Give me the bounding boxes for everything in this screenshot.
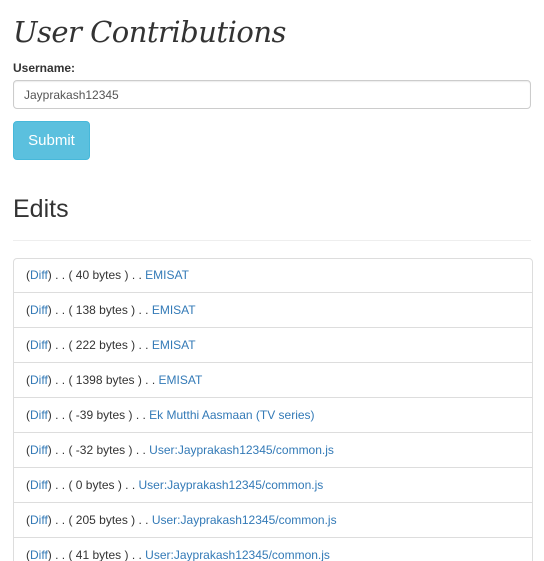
page-link[interactable]: User:Jayprakash12345/common.js <box>149 443 334 457</box>
submit-button[interactable]: Submit <box>13 121 90 160</box>
list-item: (Diff) . . ( 40 bytes ) . . EMISAT <box>26 268 189 282</box>
page-title: User Contributions <box>13 15 286 49</box>
divider <box>13 240 531 241</box>
byte-count: 138 bytes <box>75 303 128 317</box>
byte-count: 40 bytes <box>75 268 122 282</box>
page-link[interactable]: EMISAT <box>152 303 196 317</box>
username-label: Username: <box>13 61 76 75</box>
page-link[interactable]: User:Jayprakash12345/common.js <box>145 548 330 561</box>
page-link[interactable]: User:Jayprakash12345/common.js <box>152 513 337 527</box>
byte-count: 1398 bytes <box>75 373 135 387</box>
list-item: (Diff) . . ( 138 bytes ) . . EMISAT <box>14 292 532 327</box>
diff-link[interactable]: Diff <box>30 303 48 317</box>
diff-link[interactable]: Diff <box>30 268 48 282</box>
edits-heading: Edits <box>13 195 69 223</box>
list-item: (Diff) . . ( 205 bytes ) . . User:Jaypra… <box>14 502 532 537</box>
diff-link[interactable]: Diff <box>30 408 48 422</box>
diff-link[interactable]: Diff <box>30 478 48 492</box>
list-item: (Diff) . . ( 222 bytes ) . . EMISAT <box>14 327 532 362</box>
byte-count: -32 bytes <box>75 443 126 457</box>
username-input[interactable] <box>13 80 531 109</box>
byte-count: 222 bytes <box>75 338 128 352</box>
diff-link[interactable]: Diff <box>30 548 48 561</box>
page-link[interactable]: User:Jayprakash12345/common.js <box>139 478 324 492</box>
page-link[interactable]: EMISAT <box>159 373 203 387</box>
edit-list: (Diff) . . ( 40 bytes ) . . EMISAT (Diff… <box>13 258 533 561</box>
list-item: (Diff) . . ( -39 bytes ) . . Ek Mutthi A… <box>14 397 532 432</box>
page-link[interactable]: EMISAT <box>145 268 189 282</box>
byte-count: 41 bytes <box>75 548 122 561</box>
diff-link[interactable]: Diff <box>30 373 48 387</box>
diff-link[interactable]: Diff <box>30 338 48 352</box>
list-item: (Diff) . . ( -32 bytes ) . . User:Jaypra… <box>14 432 532 467</box>
diff-link[interactable]: Diff <box>30 443 48 457</box>
byte-count: -39 bytes <box>75 408 126 422</box>
page-link[interactable]: Ek Mutthi Aasmaan (TV series) <box>149 408 314 422</box>
list-item: (Diff) . . ( 1398 bytes ) . . EMISAT <box>14 362 532 397</box>
diff-link[interactable]: Diff <box>30 513 48 527</box>
list-item: (Diff) . . ( 0 bytes ) . . User:Jaypraka… <box>14 467 532 502</box>
byte-count: 0 bytes <box>75 478 115 492</box>
byte-count: 205 bytes <box>75 513 128 527</box>
list-item: (Diff) . . ( 41 bytes ) . . User:Jayprak… <box>14 537 532 561</box>
page-link[interactable]: EMISAT <box>152 338 196 352</box>
